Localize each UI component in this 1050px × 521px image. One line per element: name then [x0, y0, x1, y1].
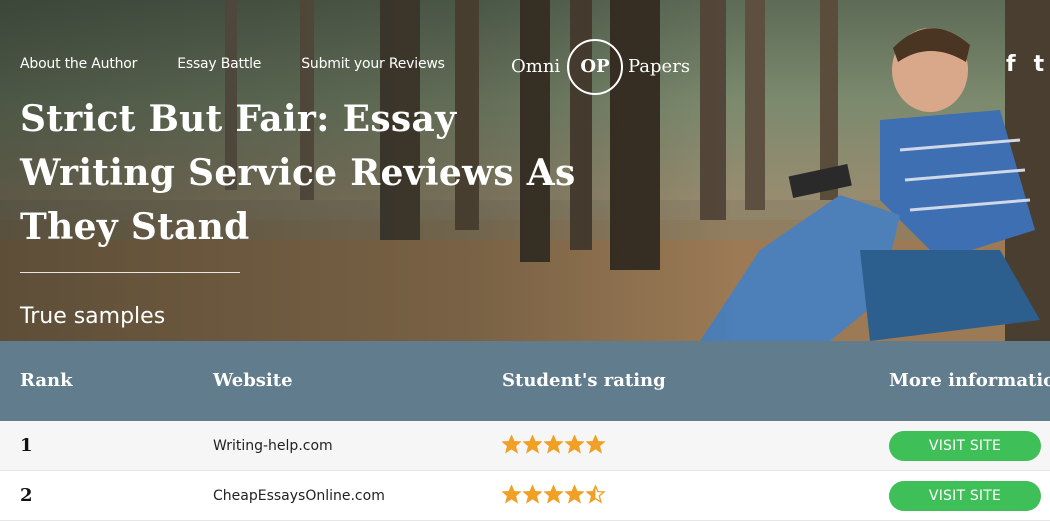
- nav-submit-reviews[interactable]: Submit your Reviews: [301, 56, 445, 72]
- section-subtitle: True samples: [20, 304, 166, 329]
- visit-site-button[interactable]: Visit site: [889, 481, 1041, 511]
- star-full-icon: [502, 435, 521, 454]
- ratings-table-header: Rank Website Student's rating More infor…: [0, 341, 1050, 421]
- star-full-icon: [523, 435, 542, 454]
- visit-site-button[interactable]: Visit site: [889, 431, 1041, 461]
- col-header-more-info: More information: [889, 370, 1050, 391]
- row-rank: 1: [20, 435, 33, 456]
- logo-word-right: Papers: [628, 56, 691, 77]
- twitter-icon[interactable]: t: [1034, 52, 1045, 77]
- logo[interactable]: Omni OP Papers: [511, 33, 691, 95]
- nav-about-author[interactable]: About the Author: [20, 56, 137, 72]
- star-rating: [502, 435, 605, 454]
- hero-banner: About the Author Essay Battle Submit you…: [0, 0, 1050, 341]
- logo-monogram: OP: [580, 56, 610, 77]
- col-header-website: Website: [213, 370, 293, 391]
- star-rating: [502, 485, 605, 504]
- nav-essay-battle[interactable]: Essay Battle: [177, 56, 261, 72]
- star-full-icon: [586, 435, 605, 454]
- row-website: CheapEssaysOnline.com: [213, 488, 385, 504]
- col-header-rank: Rank: [20, 370, 73, 391]
- social-links: f t: [1006, 52, 1044, 77]
- row-rank: 2: [20, 485, 33, 506]
- star-full-icon: [544, 435, 563, 454]
- logo-word-left: Omni: [511, 56, 561, 77]
- logo-seal: OP: [567, 39, 623, 95]
- table-row: 1 Writing-help.com Visit site: [0, 421, 1050, 471]
- col-header-rating: Student's rating: [502, 370, 666, 391]
- star-full-icon: [523, 485, 542, 504]
- star-full-icon: [565, 435, 584, 454]
- page-title: Strict But Fair: Essay Writing Service R…: [20, 98, 576, 248]
- top-nav: About the Author Essay Battle Submit you…: [20, 56, 445, 72]
- star-full-icon: [544, 485, 563, 504]
- star-full-icon: [565, 485, 584, 504]
- star-half-icon: [586, 485, 605, 504]
- row-website: Writing-help.com: [213, 438, 333, 454]
- star-full-icon: [502, 485, 521, 504]
- table-row: 2 CheapEssaysOnline.com Visit site: [0, 471, 1050, 521]
- title-divider: [20, 272, 240, 273]
- facebook-icon[interactable]: f: [1006, 52, 1016, 77]
